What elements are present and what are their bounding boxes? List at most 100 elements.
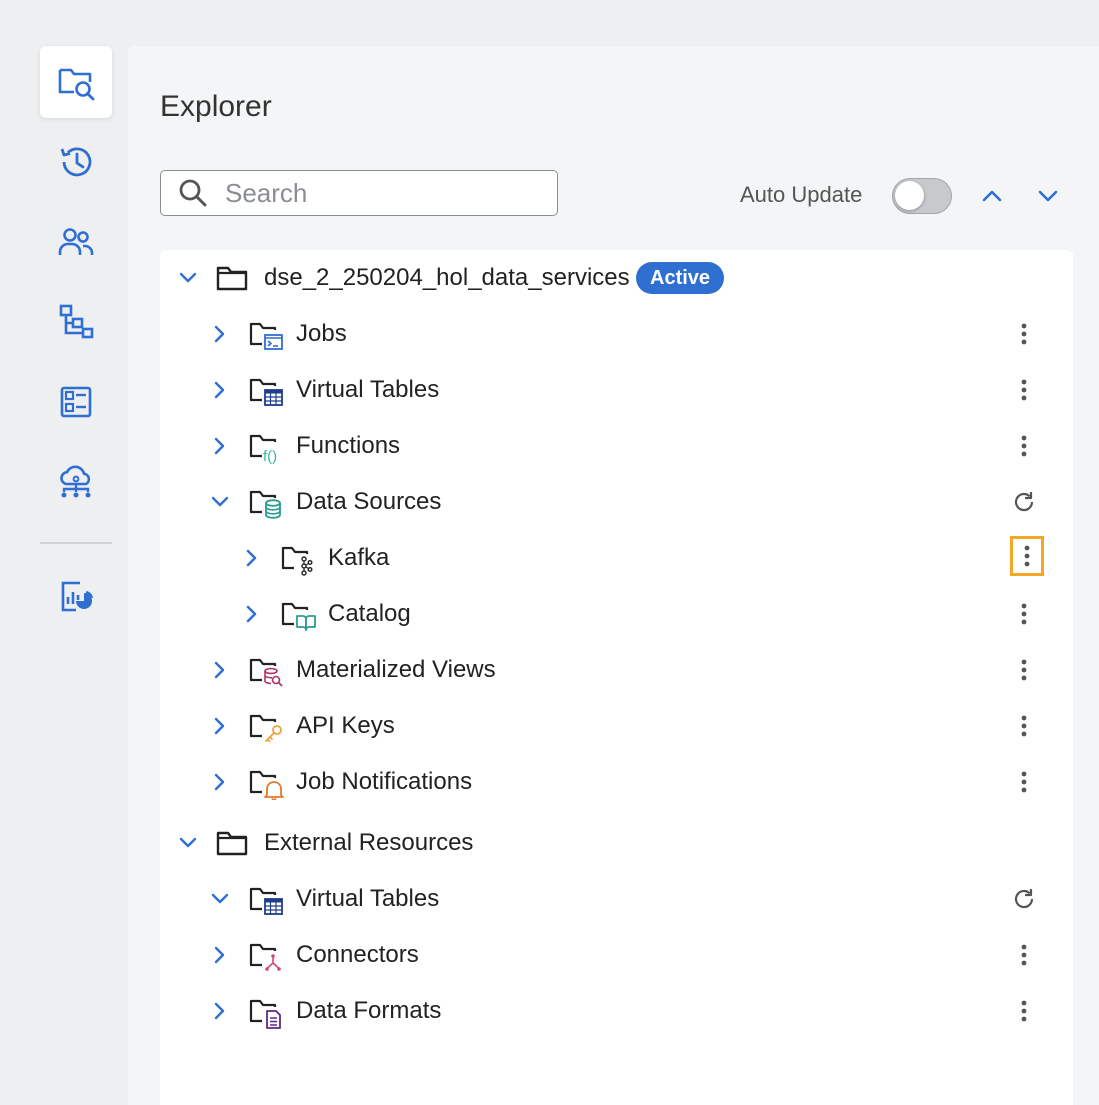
chart-report-icon [61,581,93,612]
tree-node-label: Virtual Tables [296,885,440,912]
tree-node-label: Data Formats [296,997,442,1024]
status-badge: Active [636,262,725,294]
refresh-button[interactable] [1008,486,1040,518]
jobs-icon [249,322,283,350]
left-nav-rail [0,0,128,1105]
toggle-knob [895,181,924,210]
chevron-down-icon[interactable] [208,490,232,514]
more-options-button[interactable] [1008,995,1040,1027]
more-options-button[interactable] [1008,654,1040,686]
tree-node-project[interactable]: dse_2_250204_hol_data_services Active [160,250,1073,306]
auto-update-toggle[interactable] [892,178,952,214]
tree-node-label: Data Sources [296,488,442,515]
hierarchy-icon [59,304,94,339]
collapse-all-button[interactable] [976,180,1008,212]
more-options-button[interactable] [1008,766,1040,798]
history-icon [60,147,92,177]
refresh-icon [1014,889,1034,909]
more-options-button[interactable] [1008,939,1040,971]
nav-dashboard-button[interactable] [40,366,112,438]
page-title: Explorer [160,90,272,123]
chevron-right-icon[interactable] [208,770,232,794]
tree-node-label: Virtual Tables [296,376,440,403]
users-icon [58,228,94,255]
tree-node-functions[interactable]: f() Functions [160,418,1073,474]
nav-hierarchy-button[interactable] [40,286,112,358]
book-icon [281,602,316,631]
chevron-down-icon[interactable] [176,266,200,290]
nav-reports-button[interactable] [40,560,112,632]
search-input[interactable] [223,176,547,210]
more-vertical-icon [1021,1000,1027,1022]
chevron-right-icon[interactable] [208,999,232,1023]
nav-users-button[interactable] [40,206,112,278]
more-vertical-icon [1021,944,1027,966]
more-options-button[interactable] [1008,598,1040,630]
chevron-right-icon[interactable] [208,658,232,682]
nav-cloud-network-button[interactable] [40,446,112,518]
tree-node-connectors[interactable]: Connectors [160,927,1073,983]
tree-node-external-resources[interactable]: External Resources [160,815,1073,871]
more-vertical-icon [1021,379,1027,401]
tree-node-label: Kafka [328,544,390,571]
chevron-right-icon[interactable] [208,943,232,967]
cloud-network-icon [60,465,91,498]
chevron-right-icon[interactable] [208,434,232,458]
more-options-button[interactable] [1008,374,1040,406]
tree-node-virtual-tables[interactable]: Virtual Tables [160,362,1073,418]
tree-node-external-virtual-tables[interactable]: Virtual Tables [160,871,1073,927]
nav-explorer-button[interactable] [40,46,112,118]
more-vertical-icon [1021,435,1027,457]
kafka-icon [281,546,313,576]
function-icon: f() [249,434,277,464]
chevron-right-icon[interactable] [240,546,264,570]
bell-icon [249,770,284,800]
auto-update-label: Auto Update [740,182,863,207]
more-vertical-icon [1024,545,1030,567]
tree-node-label: Job Notifications [296,768,473,795]
expand-all-button[interactable] [1032,180,1064,212]
tree-node-label: API Keys [296,712,395,739]
search-icon [179,179,207,207]
more-options-button[interactable] [1008,710,1040,742]
more-vertical-icon [1021,715,1027,737]
explorer-panel: Explorer Auto Update dse_ [128,46,1099,1105]
more-vertical-icon [1021,323,1027,345]
chevron-right-icon[interactable] [240,602,264,626]
tree-node-label: External Resources [264,829,474,856]
more-options-button[interactable] [1008,318,1040,350]
tree-node-job-notifications[interactable]: Job Notifications [160,754,1073,810]
search-box[interactable] [160,170,558,216]
chevron-down-icon[interactable] [208,887,232,911]
folder-icon [216,266,248,291]
table-icon [249,378,283,406]
tree-node-label: Materialized Views [296,656,496,683]
more-options-button[interactable] [1010,536,1044,576]
more-vertical-icon [1021,603,1027,625]
folder-search-icon [58,68,95,101]
tree-node-materialized-views[interactable]: Materialized Views [160,642,1073,698]
chevron-right-icon[interactable] [208,714,232,738]
rail-divider [40,542,112,544]
tree-node-label: Functions [296,432,401,459]
tree-node-data-sources[interactable]: Data Sources [160,474,1073,530]
key-icon [249,714,282,743]
tree-node-label: Jobs [296,320,347,347]
tree-node-kafka[interactable]: Kafka [160,530,1073,586]
nav-history-button[interactable] [40,126,112,198]
more-options-button[interactable] [1008,430,1040,462]
tree-node-label: Connectors [296,941,419,968]
chevron-right-icon[interactable] [208,378,232,402]
document-icon [249,999,281,1029]
tree-node-data-formats[interactable]: Data Formats [160,983,1073,1039]
tree-node-api-keys[interactable]: API Keys [160,698,1073,754]
project-name: dse_2_250204_hol_data_services [264,264,630,291]
tree-node-jobs[interactable]: Jobs [160,306,1073,362]
chevron-down-icon[interactable] [176,831,200,855]
refresh-icon [1014,492,1034,512]
tree-node-catalog[interactable]: Catalog [160,586,1073,642]
table-icon [249,887,283,915]
chevron-up-icon [982,190,1002,202]
refresh-button[interactable] [1008,883,1040,915]
chevron-right-icon[interactable] [208,322,232,346]
